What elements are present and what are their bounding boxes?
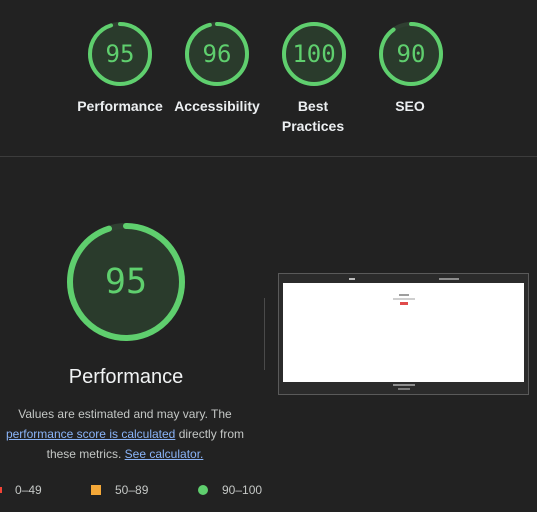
final-screenshot-thumbnail[interactable] [278, 273, 529, 395]
gauge-performance[interactable]: 95 [87, 21, 153, 87]
performance-score-value: 95 [104, 262, 148, 302]
gauge-label-seo[interactable]: SEO [355, 96, 465, 116]
average-indicator-icon [91, 485, 101, 495]
gauge-label-accessibility[interactable]: Accessibility [162, 96, 272, 116]
fail-indicator-icon [0, 487, 2, 493]
performance-description: Values are estimated and may vary. The p… [0, 404, 250, 464]
thumbnail-footer-bar [393, 384, 415, 386]
vertical-separator [264, 298, 265, 370]
thumbnail-header-bar [439, 278, 459, 280]
gauge-label-best-practices[interactable]: Best Practices [268, 96, 358, 136]
thumbnail-footer-bar [398, 388, 410, 390]
thumbnail-button [400, 302, 408, 305]
performance-score-link[interactable]: performance score is calculated [6, 427, 175, 441]
gauge-seo[interactable]: 90 [378, 21, 444, 87]
gauge-accessibility[interactable]: 96 [184, 21, 250, 87]
gauge-label-performance[interactable]: Performance [65, 96, 175, 116]
score-value: 95 [105, 40, 135, 68]
thumbnail-heading [399, 294, 409, 296]
performance-title: Performance [68, 366, 184, 388]
score-value: 96 [202, 40, 232, 68]
see-calculator-link[interactable]: See calculator. [125, 447, 204, 461]
thumbnail-text [393, 298, 415, 300]
legend-fail: 0–49 [15, 483, 42, 497]
score-value: 100 [292, 40, 336, 68]
performance-gauge-large: 95 [66, 222, 186, 342]
thumbnail-page [283, 283, 524, 382]
legend-average: 50–89 [115, 483, 149, 497]
legend-pass: 90–100 [222, 483, 263, 497]
gauge-best-practices[interactable]: 100 [281, 21, 347, 87]
pass-indicator-icon [198, 485, 208, 495]
description-text: Values are estimated and may vary. The [18, 407, 232, 421]
section-divider [0, 156, 537, 157]
thumbnail-header-bar [349, 278, 355, 280]
score-value: 90 [396, 40, 426, 68]
